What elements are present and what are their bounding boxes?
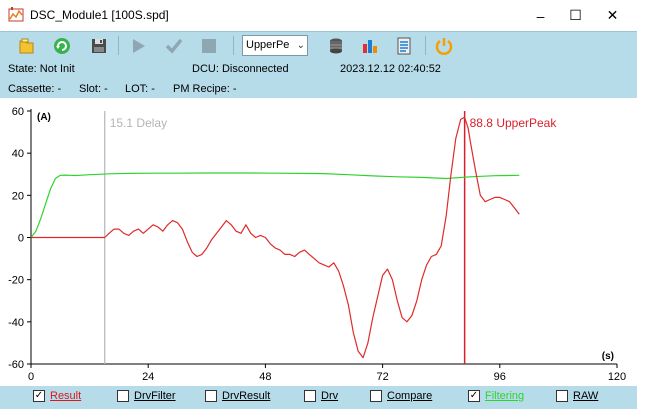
chart-area[interactable]: 60 40 20 0 -20 -40 -60 0 24 48 72 96 120 (A) (s) 15.1 D…: [0, 98, 637, 386]
play-icon[interactable]: [127, 35, 149, 57]
power-icon[interactable]: [433, 35, 455, 57]
series-toggle-bar: ✓ Result DrvFilter DrvResult Drv Compare ✓ Filt…: [0, 386, 637, 409]
y-tick-label: 60: [12, 106, 24, 118]
title-bar: DSC_Module1 [100S.spd] – ☐ ✕: [0, 0, 645, 31]
series-toggle-label: DrvFilter: [134, 390, 176, 402]
x-tick-label: 24: [142, 371, 154, 383]
toolbar-separator: [118, 36, 119, 55]
x-axis-label: (s): [602, 351, 614, 362]
x-tick-label: 72: [376, 371, 388, 383]
marker-label: 88.8 UpperPeak: [470, 116, 558, 130]
window-title: DSC_Module1 [100S.spd]: [30, 8, 169, 22]
y-tick-label: 40: [12, 148, 24, 160]
datetime-label: 2023.12.12 02:40:52: [340, 63, 441, 75]
slot-label: Slot: -: [79, 83, 108, 95]
dcu-status-label: DCU: Disconnected: [192, 63, 289, 75]
checkbox[interactable]: [304, 390, 316, 402]
checkbox[interactable]: [205, 390, 217, 402]
y-tick-label: 20: [12, 190, 24, 202]
checkbox[interactable]: [556, 390, 568, 402]
close-button[interactable]: ✕: [590, 0, 635, 31]
chevron-down-icon: ⌄: [296, 40, 305, 51]
series-toggle-drvresult[interactable]: DrvResult: [205, 390, 270, 402]
series-toggle-label: DrvResult: [222, 390, 271, 402]
database-icon[interactable]: [325, 35, 347, 57]
y-tick-label: -40: [8, 317, 24, 329]
series-toggle-result[interactable]: ✓ Result: [33, 390, 81, 402]
series-toggle-label: Result: [50, 390, 82, 402]
minimize-icon: –: [536, 7, 545, 24]
checkbox[interactable]: ✓: [468, 390, 480, 402]
series-toggle-raw[interactable]: RAW: [556, 390, 598, 402]
lot-label: LOT: -: [125, 83, 155, 95]
list-document-icon[interactable]: [393, 35, 415, 57]
series-toggle-label: Drv: [321, 390, 339, 402]
maximize-icon: ☐: [569, 7, 582, 23]
app-chart-icon: [8, 7, 24, 23]
toolbar-separator: [425, 36, 426, 55]
checkbox[interactable]: [370, 390, 382, 402]
x-tick-label: 0: [28, 371, 34, 383]
state-label: State: Not Init: [8, 63, 75, 75]
marker-label: 15.1 Delay: [110, 116, 167, 130]
series-toggle-label: Filtering: [485, 390, 525, 402]
close-icon: ✕: [606, 7, 619, 23]
mode-select[interactable]: UpperPe ⌄: [242, 35, 308, 56]
series-toggle-label: Compare: [387, 390, 433, 402]
bar-chart-icon[interactable]: [359, 35, 381, 57]
stop-icon[interactable]: [198, 35, 220, 57]
series-toggle-label: RAW: [573, 390, 599, 402]
y-tick-label: 0: [18, 233, 24, 245]
series-toggle-drv[interactable]: Drv: [304, 390, 338, 402]
toolbar-separator: [233, 36, 234, 55]
pm-recipe-label: PM Recipe: -: [173, 83, 237, 95]
x-tick-label: 96: [494, 371, 506, 383]
x-tick-label: 48: [259, 371, 271, 383]
series-toggle-filtering[interactable]: ✓ Filtering: [468, 390, 524, 402]
refresh-icon[interactable]: [51, 35, 73, 57]
check-icon[interactable]: [163, 35, 185, 57]
status-panel: State: Not Init DCU: Disconnected 2023.1…: [0, 58, 637, 98]
checkbox[interactable]: [117, 390, 129, 402]
line-chart[interactable]: 60 40 20 0 -20 -40 -60 0 24 48 72 96 120 (A) (s) 15.1 D…: [0, 98, 637, 386]
y-axis-label: (A): [37, 112, 51, 123]
x-tick-label: 120: [608, 371, 626, 383]
y-tick-label: -20: [8, 275, 24, 287]
cassette-label: Cassette: -: [8, 83, 62, 95]
mode-select-value: UpperPe: [246, 39, 290, 51]
series-toggle-drvfilter[interactable]: DrvFilter: [117, 390, 176, 402]
window-border: [637, 31, 645, 409]
series-toggle-compare[interactable]: Compare: [370, 390, 432, 402]
checkbox[interactable]: ✓: [33, 390, 45, 402]
y-tick-label: -60: [8, 359, 24, 371]
toolbar: UpperPe ⌄: [0, 31, 637, 58]
save-disk-icon[interactable]: [88, 35, 110, 57]
open-folder-icon[interactable]: [16, 35, 38, 57]
